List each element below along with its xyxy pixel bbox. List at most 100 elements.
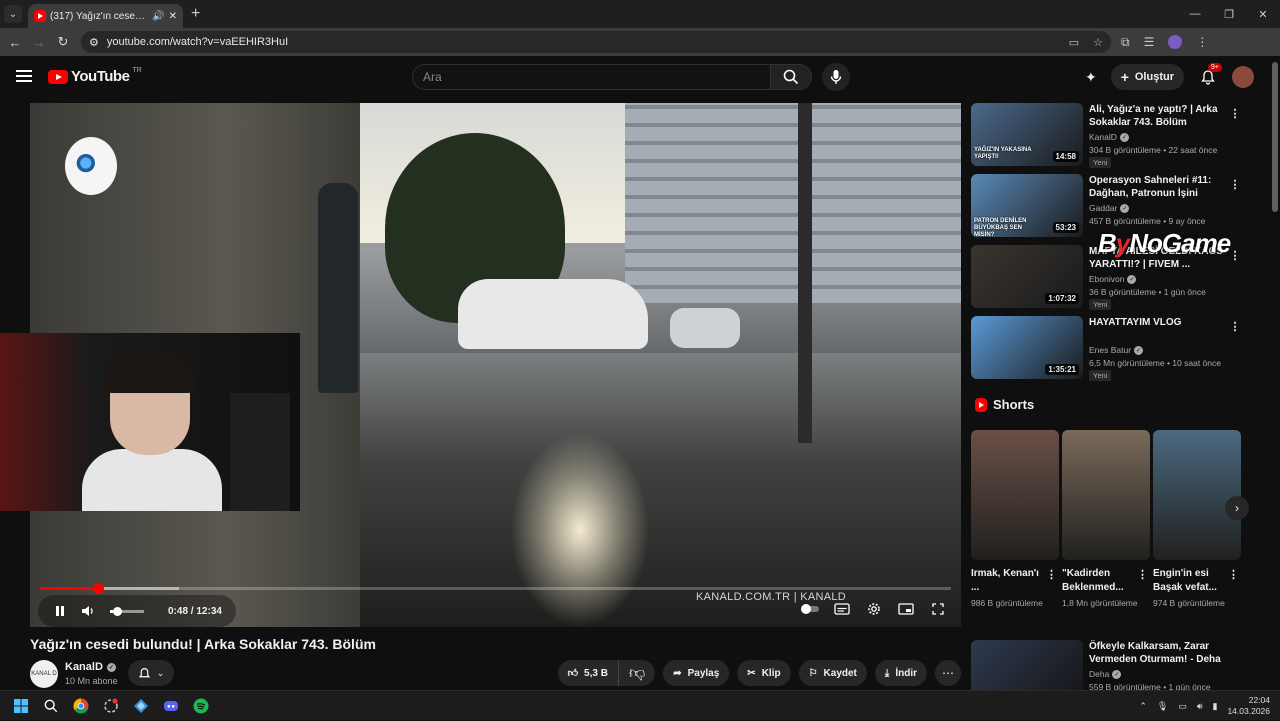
extensions-icon[interactable]: ⧉ [1121,35,1130,50]
minimize-button[interactable]: — [1178,0,1212,28]
network-icon[interactable]: ▭ [1178,701,1187,712]
shorts-header: Shorts [975,397,1034,412]
download-label: İndir [895,667,917,679]
channel-avatar[interactable]: KANAL D [30,660,58,688]
user-avatar[interactable] [1232,66,1254,88]
site-info-icon[interactable]: ⚙ [89,36,99,49]
close-window-button[interactable]: ✕ [1246,0,1280,28]
shorts-next-button[interactable]: › [1225,496,1249,520]
taskbar-app-3[interactable] [126,691,156,721]
short-thumbnail[interactable] [1153,430,1241,560]
short-card[interactable]: "Kadirden Beklenmed... 1,8 Mn görüntüleme… [1062,430,1150,610]
clock[interactable]: 22:04 14.03.2026 [1227,695,1270,717]
youtube-logo[interactable]: YouTube TR [48,67,142,85]
browser-tab-youtube[interactable]: (317) Yağız'ın cesedi bulundu! | Arka So… [28,4,183,28]
short-thumbnail[interactable] [971,430,1059,560]
volume-slider[interactable] [110,606,144,616]
dislike-button[interactable]: 👎︎ [619,660,655,686]
clip-button[interactable]: ✂ Klip [737,660,791,686]
thumbs-up-icon: 👍︎ [567,668,579,679]
notifications-button[interactable]: 9+ [1198,63,1222,87]
create-button[interactable]: + Oluştur [1110,64,1184,90]
page-scrollbar[interactable] [1272,62,1278,212]
address-bar[interactable]: ⚙ youtube.com/watch?v=vaEEHIR3HuI ▭ ☆ [81,31,1111,53]
more-options-icon[interactable]: ⋮ [1229,105,1241,121]
speaker-icon[interactable]: 🔊 [152,11,164,22]
taskbar-app-2[interactable] [96,691,126,721]
voice-search-button[interactable] [822,63,850,91]
start-button[interactable] [6,691,36,721]
short-title[interactable]: Engin'in esi Başak vefat... [1153,567,1223,595]
mute-button[interactable] [76,599,100,623]
recommendation-title[interactable]: Operasyon Sahneleri #11: Dağhan, Patronu… [1089,174,1229,200]
short-card[interactable]: Engin'in esi Başak vefat... 974 B görüntü… [1153,430,1241,610]
volume-handle[interactable] [113,606,123,616]
cast-icon[interactable]: ▭ [1069,36,1079,49]
more-actions-button[interactable]: ⋯ [935,660,961,686]
fullscreen-button[interactable] [927,599,949,619]
battery-icon[interactable]: ▮ [1213,701,1218,712]
new-tab-button[interactable]: + [191,5,200,23]
taskbar-spotify[interactable] [186,691,216,721]
reading-list-icon[interactable]: ☰ [1144,35,1155,50]
verified-icon: ✓ [1112,669,1122,679]
bookmark-star-icon[interactable]: ☆ [1093,36,1103,49]
recommendation-title[interactable]: Öfkeyle Kalkarsam, Zarar Vermeden Oturma… [1089,640,1229,666]
download-button[interactable]: ⤓ İndir [874,660,927,686]
search-input[interactable]: Ara [412,64,770,90]
thumbnail-text: PATRON DENİLEN BÜYÜKBAŞ SEN MİSİN? [974,218,1027,237]
recommendation-card[interactable]: YAĞIZ'IN YAKASINA YAPIŞTI! 14:58 Ali, Yağı… [971,103,1271,173]
tab-search-button[interactable]: ⌄ [4,5,22,23]
reload-button[interactable]: ↻ [51,34,75,50]
short-title[interactable]: Irmak, Kenan'ı ... [971,567,1041,595]
close-tab-icon[interactable]: ✕ [169,11,177,22]
speaker-tray-icon[interactable]: 🔊︎ [1197,701,1203,712]
save-button[interactable]: ⚐ Kaydet [798,660,867,686]
browser-menu-icon[interactable]: ⋮ [1196,35,1208,50]
recommendation-thumbnail[interactable]: 1:35:21 [971,316,1083,379]
channel-name-wrap[interactable]: KanalD ✓ [65,661,116,673]
miniplayer-button[interactable] [895,599,917,619]
microphone-tray-icon[interactable]: 🎙︎ [1157,701,1168,712]
total-time: 12:34 [196,605,222,617]
recommendation-thumbnail[interactable]: PATRON DENİLEN BÜYÜKBAŞ SEN MİSİN? 53:23 [971,174,1083,237]
like-button[interactable]: 👍︎ 5,3 B [558,660,619,686]
taskbar-search-button[interactable] [36,691,66,721]
settings-button[interactable] [863,599,885,619]
taskbar-discord[interactable] [156,691,186,721]
ai-sparkle-icon[interactable]: ✦ [1085,69,1097,86]
short-title[interactable]: "Kadirden Beklenmed... [1062,567,1132,595]
taskbar-chrome[interactable] [66,691,96,721]
subscription-bell-button[interactable]: ⌄ [128,660,174,686]
restore-button[interactable]: ❐ [1212,0,1246,28]
more-icon: ⋯ [942,666,954,680]
short-card[interactable]: Irmak, Kenan'ı ... 986 B görüntüleme ⋮ [971,430,1059,610]
menu-icon[interactable] [16,70,32,82]
recommendation-title[interactable]: HAYATTAYIM VLOG [1089,316,1229,329]
scrubber-handle[interactable] [93,583,105,594]
recommendation-title[interactable]: Ali, Yağız'a ne yaptı? | Arka Sokaklar 7… [1089,103,1229,129]
profile-avatar[interactable] [1168,34,1183,49]
chevron-up-icon[interactable]: ⌃ [1139,701,1147,712]
forward-button[interactable]: → [27,35,51,50]
more-options-icon[interactable]: ⋮ [1137,568,1148,581]
short-thumbnail[interactable] [1062,430,1150,560]
more-options-icon[interactable]: ⋮ [1229,176,1241,192]
more-options-icon[interactable]: ⋮ [1046,568,1057,581]
more-options-icon[interactable]: ⋮ [1229,318,1241,334]
progress-bar[interactable] [40,583,951,594]
recommendation-thumbnail[interactable]: 1:07:32 [971,245,1083,308]
more-options-icon[interactable]: ⋮ [1228,568,1239,581]
recommendation-thumbnail[interactable]: YAĞIZ'IN YAKASINA YAPIŞTI! 14:58 [971,103,1083,166]
recommendation-card[interactable]: 1:35:21 HAYATTAYIM VLOG Enes Batur ✓ 6,5 Mn … [971,316,1271,386]
subtitles-button[interactable] [831,599,853,619]
recommendation-meta: 36 B görüntüleme • 1 gün önce [1089,287,1206,297]
volume-icon [82,606,93,616]
share-button[interactable]: ➦ Paylaş [663,660,730,686]
pause-button[interactable] [48,599,72,623]
autoplay-toggle[interactable] [799,599,821,619]
search-button[interactable] [770,64,812,90]
more-options-icon[interactable]: ⋮ [1229,247,1241,263]
time-display: 0:48 / 12:34 [164,606,226,617]
back-button[interactable]: ← [3,35,27,50]
